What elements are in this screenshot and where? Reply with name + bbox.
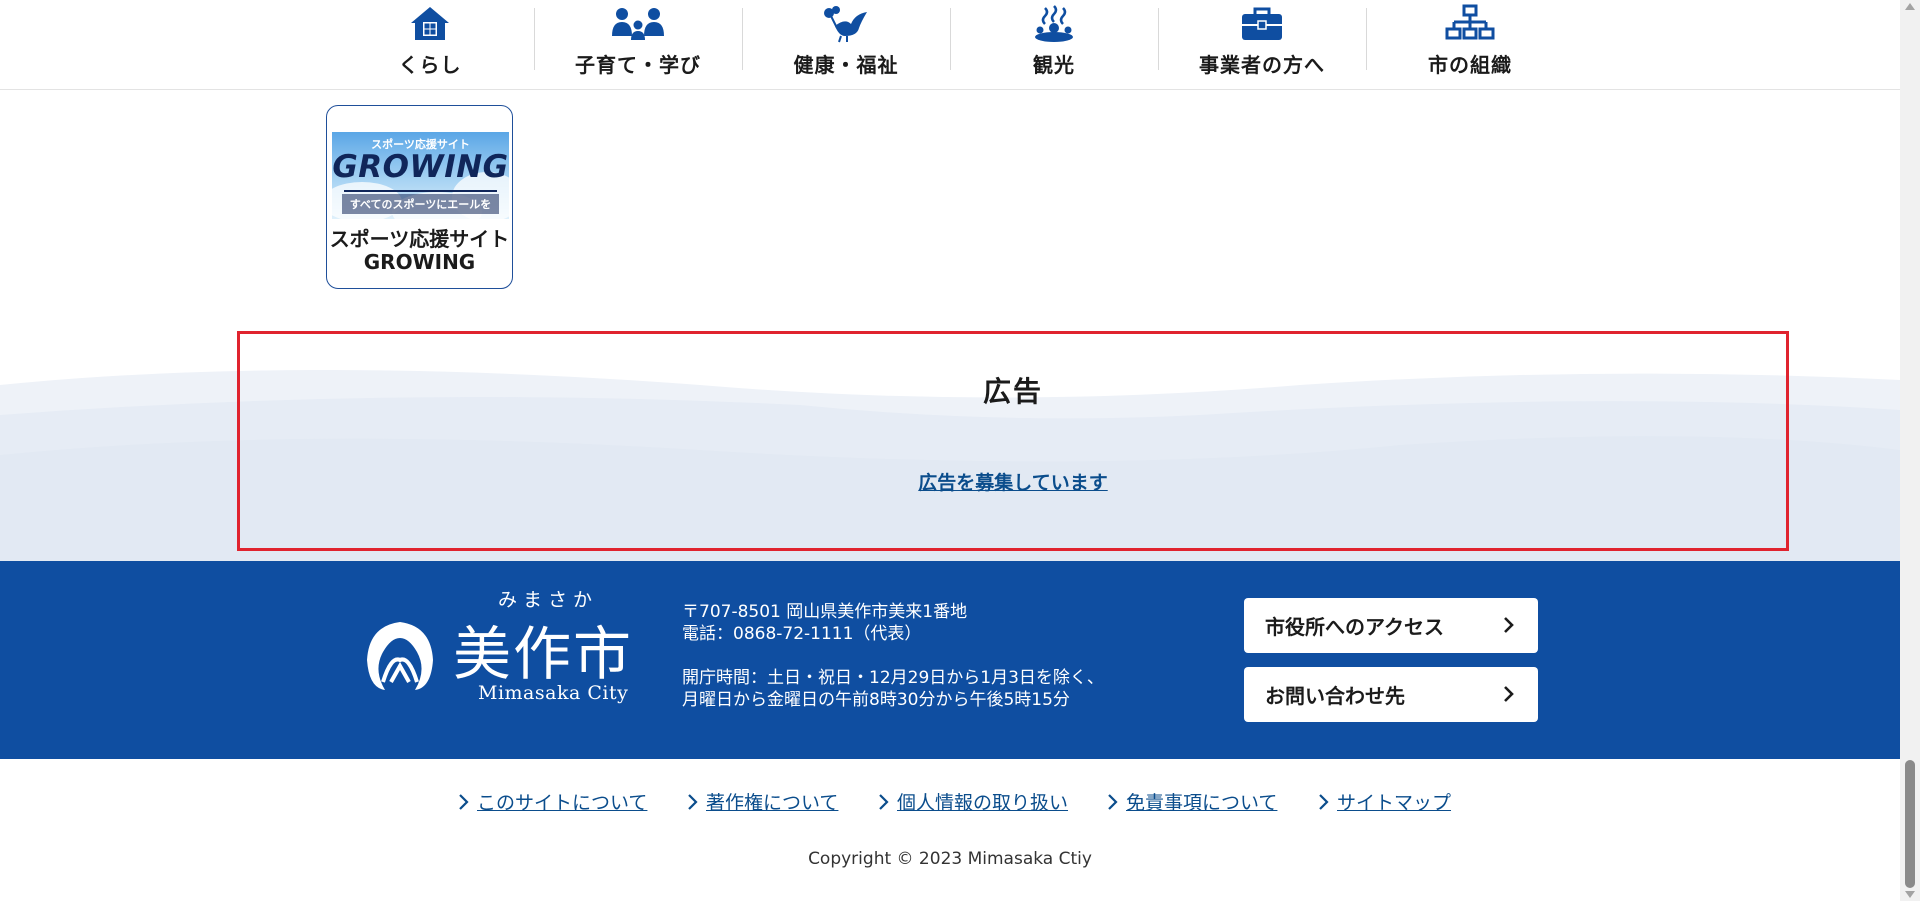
nav-label: 健康・福祉 xyxy=(793,53,899,77)
growing-banner-link[interactable]: スポーツ応援サイト GROWING すべてのスポーツにエールを スポーツ応援サイ… xyxy=(326,105,513,289)
chevron-right-icon xyxy=(1108,794,1118,810)
access-button-label: 市役所へのアクセス xyxy=(1265,615,1444,639)
ad-title: 広告 xyxy=(982,375,1043,408)
banner-caption-line1: スポーツ応援サイト xyxy=(329,227,510,251)
link-privacy[interactable]: 個人情報の取り扱い xyxy=(877,788,1068,815)
footer-office-hours: 開庁時間：土日・祝日・12月29日から1月3日を除く、 月曜日から金曜日の午前8… xyxy=(682,667,1104,711)
link-label: 著作権について xyxy=(706,792,839,814)
briefcase-icon xyxy=(1242,7,1282,40)
footer-phone: 電話：0868-72-1111（代表） xyxy=(682,624,922,644)
copyright-text: Copyright © 2023 Mimasaka Ctiy xyxy=(808,849,1092,869)
global-nav: くらし 子育て・学び 健康・福祉 観光 事業者の方へ 市の組織 xyxy=(0,0,1900,90)
scroll-down-arrow-icon[interactable] xyxy=(1905,891,1915,898)
nav-label: 観光 xyxy=(1033,53,1075,77)
nav-item-kosodate[interactable]: 子育て・学び xyxy=(534,0,742,89)
org-chart-icon xyxy=(1445,4,1495,40)
nav-label: 事業者の方へ xyxy=(1199,53,1325,77)
chevron-right-icon xyxy=(1504,686,1514,702)
vertical-scrollbar[interactable] xyxy=(1900,0,1920,901)
chevron-right-icon xyxy=(1319,794,1329,810)
nav-item-kenko[interactable]: 健康・福祉 xyxy=(742,0,950,89)
logo-roman: Mimasaka City xyxy=(478,682,629,704)
banner-image-subtitle: すべてのスポーツにエールを xyxy=(342,194,499,214)
hot-spring-icon xyxy=(1035,5,1073,42)
banner-image-rule xyxy=(344,190,497,192)
chevron-right-icon xyxy=(459,794,469,810)
link-copyright[interactable]: 著作権について xyxy=(686,788,838,815)
chevron-right-icon xyxy=(1504,617,1514,633)
city-emblem-icon xyxy=(367,622,433,690)
footer-address: 〒707-8501 岡山県美作市美来1番地 xyxy=(682,602,968,622)
nav-item-jigyosha[interactable]: 事業者の方へ xyxy=(1158,0,1366,89)
scroll-up-arrow-icon[interactable] xyxy=(1905,3,1915,10)
banner-caption-line2: GROWING xyxy=(363,250,476,274)
access-button[interactable]: 市役所へのアクセス xyxy=(1244,598,1538,653)
logo-kanji: 美作市 xyxy=(453,620,634,688)
nav-item-kurashi[interactable]: くらし xyxy=(326,0,534,89)
scroll-thumb[interactable] xyxy=(1905,760,1915,888)
nav-label: 子育て・学び xyxy=(575,53,701,77)
hours-line1: 開庁時間：土日・祝日・12月29日から1月3日を除く、 xyxy=(682,668,1104,688)
growing-banner-image: スポーツ応援サイト GROWING すべてのスポーツにエールを xyxy=(332,132,509,219)
house-icon xyxy=(411,7,449,40)
link-label: サイトマップ xyxy=(1337,792,1452,814)
footer-links: このサイトについて 著作権について 個人情報の取り扱い 免責事項について サイト… xyxy=(0,788,1900,818)
page: くらし 子育て・学び 健康・福祉 観光 事業者の方へ 市の組織 スポーツ応援サイ… xyxy=(0,0,1920,901)
nav-label: 市の組織 xyxy=(1428,53,1512,77)
site-footer: みまさか 美作市 Mimasaka City 〒707-8501 岡山県美作市美… xyxy=(0,561,1900,759)
chevron-right-icon xyxy=(688,794,698,810)
contact-button[interactable]: お問い合わせ先 xyxy=(1244,667,1538,722)
link-disclaimer[interactable]: 免責事項について xyxy=(1106,788,1277,815)
link-label: 免責事項について xyxy=(1126,792,1278,814)
hours-line2: 月曜日から金曜日の午前8時30分から午後5時15分 xyxy=(682,690,1070,710)
banner-caption: スポーツ応援サイト GROWING xyxy=(327,228,512,274)
link-about-site[interactable]: このサイトについて xyxy=(457,788,647,815)
nav-item-soshiki[interactable]: 市の組織 xyxy=(1366,0,1574,89)
chevron-right-icon xyxy=(879,794,889,810)
link-label: このサイトについて xyxy=(477,792,648,814)
nav-label: くらし xyxy=(398,53,462,77)
nav-item-kanko[interactable]: 観光 xyxy=(950,0,1158,89)
link-label: 個人情報の取り扱い xyxy=(897,792,1069,814)
dove-icon xyxy=(824,6,867,43)
banner-image-title: GROWING xyxy=(332,149,509,185)
mimasaka-city-logo[interactable]: みまさか 美作市 Mimasaka City xyxy=(361,585,643,705)
contact-button-label: お問い合わせ先 xyxy=(1265,684,1405,708)
ad-recruitment-link[interactable]: 広告を募集しています xyxy=(240,468,1786,495)
family-icon xyxy=(612,8,664,40)
footer-contact-info: 〒707-8501 岡山県美作市美来1番地 電話：0868-72-1111（代表… xyxy=(682,601,967,645)
ad-section: 広告 広告を募集しています xyxy=(237,331,1789,551)
link-sitemap[interactable]: サイトマップ xyxy=(1317,788,1451,815)
